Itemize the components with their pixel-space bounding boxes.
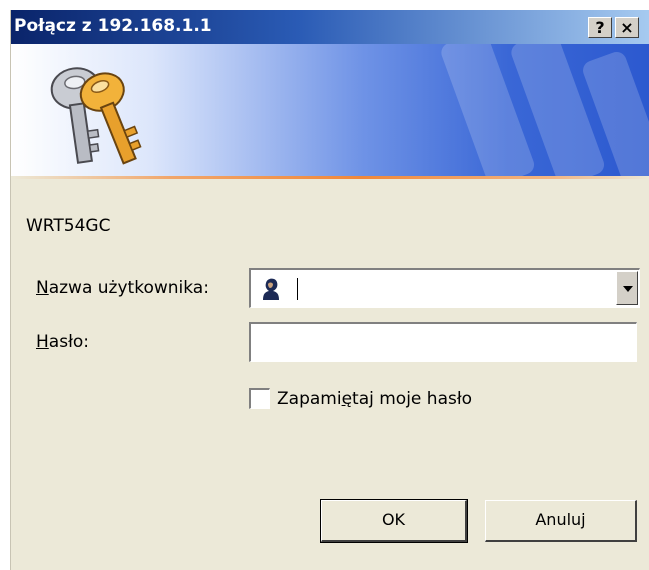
banner — [11, 44, 649, 176]
title-bar[interactable]: Połącz z 192.168.1.1 ? × — [11, 10, 649, 44]
password-input[interactable] — [249, 322, 637, 362]
realm-label: WRT54GC — [26, 216, 111, 236]
username-label-accelerator: N — [36, 278, 49, 298]
keys-icon — [50, 67, 142, 165]
window-title: Połącz z 192.168.1.1 — [14, 16, 212, 36]
username-text-caret — [297, 278, 298, 300]
password-label: Hasło: — [36, 332, 89, 352]
username-dropdown-button[interactable] — [616, 271, 638, 305]
remember-password-checkbox[interactable] — [249, 388, 270, 409]
username-label-text: azwa użytkownika: — [48, 278, 209, 298]
username-label: Nazwa użytkownika: — [36, 278, 209, 298]
remember-label-end: taj moje hasło — [352, 389, 473, 409]
banner-accent-line — [11, 176, 649, 179]
ok-button[interactable]: OK — [320, 499, 468, 543]
remember-label-accelerator: ę — [341, 389, 353, 409]
close-button[interactable]: × — [615, 17, 639, 38]
password-label-text: asło: — [48, 332, 90, 352]
username-combobox[interactable] — [249, 268, 640, 308]
remember-label-start: Zapami — [277, 389, 342, 409]
password-label-accelerator: H — [36, 332, 49, 352]
chevron-down-icon — [623, 286, 633, 292]
banner-watermark-icon — [441, 44, 649, 176]
login-dialog: Połącz z 192.168.1.1 ? × WRT54GC Nazwa u… — [10, 10, 649, 570]
user-icon — [257, 276, 283, 302]
remember-password-label[interactable]: Zapamiętaj moje hasło — [277, 389, 472, 409]
cancel-button[interactable]: Anuluj — [485, 500, 637, 542]
help-button[interactable]: ? — [588, 17, 612, 38]
